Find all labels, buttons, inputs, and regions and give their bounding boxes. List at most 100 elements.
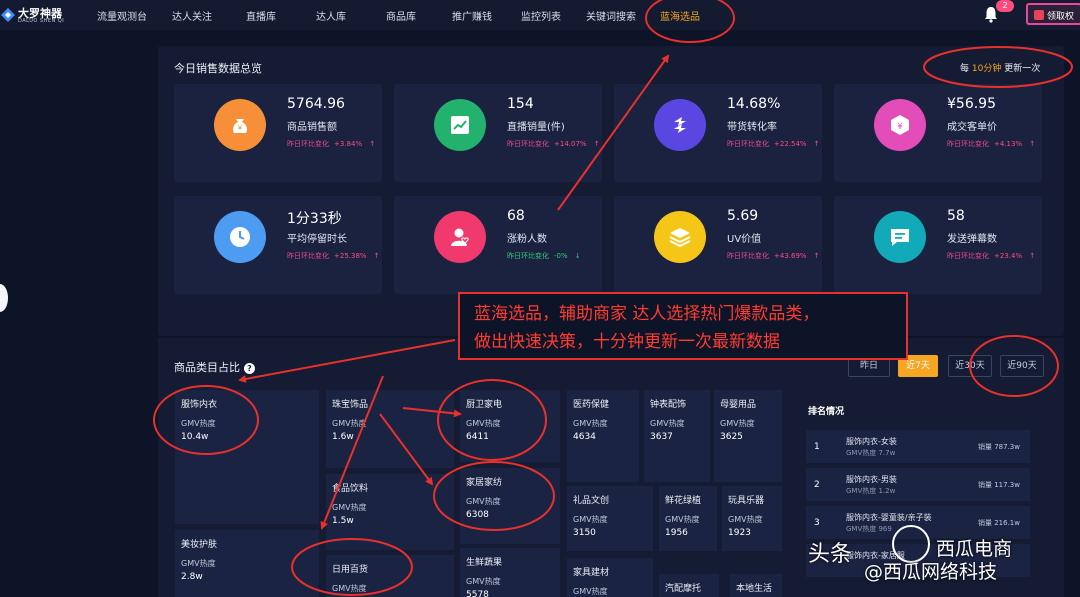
stat-label: 发送弹幕数 [947, 234, 997, 245]
category-title: 商品类目占比? [174, 359, 255, 375]
arrow-up-icon: ↑ [371, 252, 380, 260]
comment-icon [874, 211, 926, 263]
tile-gmv-label: GMV热度 [466, 497, 501, 506]
ranking-row[interactable]: 2 服饰内衣-男装 GMV热度 1.2w 销量 117.3w [806, 468, 1030, 502]
category-tile-kitchen-appliance[interactable]: 厨卫家电 GMV热度 6411 [460, 390, 560, 462]
gift-label: 领取权 [1047, 12, 1075, 22]
nav-item-products[interactable]: 商品库 [386, 8, 416, 23]
tile-value: 2.8w [181, 572, 203, 582]
logo[interactable]: 大罗神器 DALUO SHEN QI [0, 4, 64, 26]
tile-gmv-label: GMV热度 [332, 584, 367, 593]
category-tile-flowers[interactable]: 鲜花绿植 GMV热度 1956 [659, 486, 717, 551]
stat-compare: 昨日环比变化 +3.84% ↑ [287, 140, 376, 148]
tile-gmv-label: GMV热度 [573, 515, 608, 524]
stat-compare: 昨日环比变化 +4.13% ↑ [947, 140, 1036, 148]
stat-card-danmaku-count: 58 发送弹幕数 昨日环比变化 +23.4% ↑ [834, 196, 1042, 294]
stat-compare: 昨日环比变化 +22.54% ↑ [727, 140, 820, 148]
yen-hexagon-icon: ¥ [874, 99, 926, 151]
rank-gmv: GMV热度 1.2w [846, 487, 896, 495]
stat-value: 5.69 [727, 208, 759, 224]
rank-category: 服饰内衣-婴童装/亲子装 [846, 513, 932, 522]
tile-name: 珠宝饰品 [332, 400, 369, 410]
tile-name: 美妆护肤 [181, 540, 218, 550]
tile-gmv-label: GMV热度 [332, 419, 367, 428]
tile-gmv-label: GMV热度 [650, 419, 685, 428]
tile-value: 4634 [573, 432, 596, 442]
stat-compare: 昨日环比变化 +23.4% ↑ [947, 252, 1036, 260]
tile-value: 3637 [650, 432, 673, 442]
stat-label: 商品销售额 [287, 122, 337, 133]
category-tile-daily-goods[interactable]: 日用百货 GMV热度 [326, 555, 454, 597]
category-tile-baby[interactable]: 母婴用品 GMV热度 3625 [714, 390, 782, 482]
category-tile-auto-parts[interactable]: 汽配摩托 [659, 574, 719, 597]
watermark-handle: @西瓜网络科技 [864, 561, 998, 583]
nav-item-traffic[interactable]: 流量观测台 [97, 8, 147, 23]
category-tile-local-life[interactable]: 本地生活 [730, 574, 782, 597]
stat-card-new-fans: 68 涨粉人数 昨日环比变化 -0% ↓ [394, 196, 602, 294]
tile-name: 日用百货 [332, 565, 369, 575]
gift-button[interactable]: 领取权 [1026, 3, 1080, 25]
tile-gmv-label: GMV热度 [181, 559, 216, 568]
category-tile-furniture[interactable]: 家具建材 GMV热度 [567, 558, 653, 597]
tile-name: 汽配摩托 [665, 584, 702, 594]
category-tile-food[interactable]: 食品饮料 GMV热度 1.5w [326, 474, 454, 550]
category-tile-jewelry[interactable]: 珠宝饰品 GMV热度 1.6w [326, 390, 454, 468]
category-tile-beauty[interactable]: 美妆护肤 GMV热度 2.8w [175, 530, 319, 597]
top-nav: 大罗神器 DALUO SHEN QI 流量观测台 达人关注 直播库 达人库 商品… [0, 0, 1080, 30]
update-note: 每 10分钟 更新一次 [960, 64, 1041, 74]
tile-gmv-label: GMV热度 [665, 515, 700, 524]
tile-value: 1923 [728, 528, 751, 538]
category-tile-apparel[interactable]: 服饰内衣 GMV热度 10.4w [175, 390, 319, 524]
category-tile-gifts[interactable]: 礼品文创 GMV热度 3150 [567, 486, 653, 551]
nav-item-live[interactable]: 直播库 [246, 8, 276, 23]
stat-label: 直播销量(件) [507, 122, 565, 133]
tile-name: 本地生活 [736, 584, 773, 594]
help-icon[interactable]: ? [244, 363, 255, 374]
notification-badge: 2 [996, 0, 1014, 12]
stat-label: 涨粉人数 [507, 234, 547, 245]
stat-compare: 昨日环比变化 +25.38% ↑ [287, 252, 380, 260]
tile-name: 钟表配饰 [650, 400, 687, 410]
tile-gmv-label: GMV热度 [728, 515, 763, 524]
rank-category: 服饰内衣-男装 [846, 475, 897, 484]
filter-30days[interactable]: 近30天 [948, 355, 992, 377]
tile-name: 服饰内衣 [181, 400, 218, 410]
money-bag-icon: ¥ [214, 99, 266, 151]
arrow-up-icon: ↑ [811, 140, 820, 148]
tile-name: 厨卫家电 [466, 400, 503, 410]
tile-name: 玩具乐器 [728, 496, 765, 506]
category-tile-home-textile[interactable]: 家居家纺 GMV热度 6308 [460, 468, 560, 544]
svg-text:¥: ¥ [238, 124, 243, 132]
stat-card-avg-stay-time: 1分33秒 平均停留时长 昨日环比变化 +25.38% ↑ [174, 196, 382, 294]
stat-value: ¥56.95 [947, 96, 996, 112]
tile-value: 3150 [573, 528, 596, 538]
nav-item-keyword-search[interactable]: 关键词搜索 [586, 8, 636, 23]
nav-item-influencer-follow[interactable]: 达人关注 [172, 8, 212, 23]
stat-compare: 昨日环比变化 +43.69% ↑ [727, 252, 820, 260]
tile-value: 1.5w [332, 516, 354, 526]
tile-gmv-label: GMV热度 [573, 419, 608, 428]
tile-name: 家居家纺 [466, 478, 503, 488]
ranking-title: 排名情况 [808, 407, 845, 417]
stat-label: 成交客单价 [947, 122, 997, 133]
category-tile-fresh-produce[interactable]: 生鲜蔬果 GMV热度 5578 [460, 548, 560, 597]
tile-value: 6308 [466, 510, 489, 520]
arrow-up-icon: ↑ [811, 252, 820, 260]
nav-item-influencer-db[interactable]: 达人库 [316, 8, 346, 23]
nav-item-promote[interactable]: 推广赚钱 [452, 8, 492, 23]
tile-gmv-label: GMV热度 [466, 577, 501, 586]
filter-90days[interactable]: 近90天 [1000, 355, 1044, 377]
nav-item-monitor[interactable]: 监控列表 [521, 8, 561, 23]
nav-item-blue-ocean[interactable]: 蓝海选品 [660, 8, 700, 23]
category-tile-toys[interactable]: 玩具乐器 GMV热度 1923 [722, 486, 782, 551]
stat-label: UV价值 [727, 234, 762, 245]
rank-gmv: GMV热度 969 [846, 525, 892, 533]
stat-compare: 昨日环比变化 +14.07% ↑ [507, 140, 600, 148]
stat-card-sales-amount: ¥5764.96 商品销售额 昨日环比变化 +3.84% ↑ [174, 84, 382, 182]
category-tile-watches[interactable]: 钟表配饰 GMV热度 3637 [644, 390, 710, 482]
tile-value: 5578 [466, 590, 489, 597]
side-toggle[interactable] [0, 284, 8, 312]
category-tile-medicine[interactable]: 医药保健 GMV热度 4634 [567, 390, 639, 482]
arrow-up-icon: ↑ [1027, 140, 1036, 148]
ranking-row[interactable]: 1 服饰内衣-女装 GMV热度 7.7w 销量 787.3w [806, 430, 1030, 464]
